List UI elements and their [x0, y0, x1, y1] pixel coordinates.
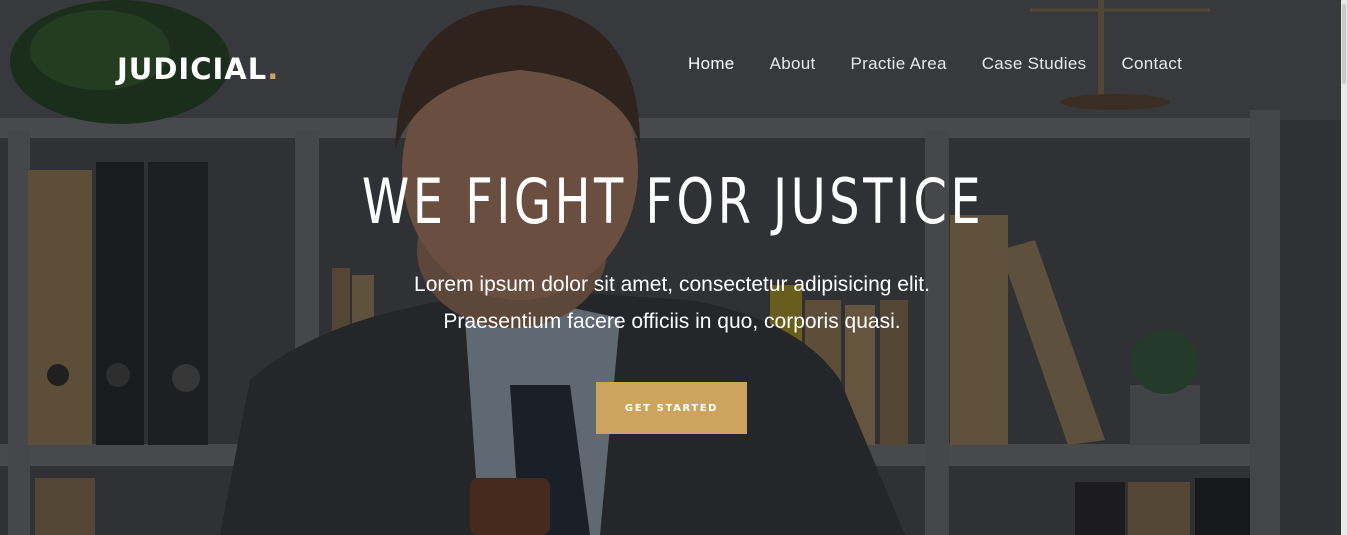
scrollbar-thumb[interactable] [1342, 4, 1346, 84]
hero-subtitle: Lorem ipsum dolor sit amet, consectetur … [0, 266, 1344, 340]
hero-subtitle-line-1: Lorem ipsum dolor sit amet, consectetur … [414, 273, 930, 296]
brand-logo[interactable]: JUDICIAL. [117, 52, 279, 86]
nav-item-case-studies[interactable]: Case Studies [982, 52, 1087, 76]
get-started-button[interactable]: GET STARTED [596, 382, 747, 434]
nav-item-practice-area[interactable]: Practie Area [851, 52, 947, 76]
nav-item-home[interactable]: Home [688, 52, 735, 76]
main-nav: Home About Practie Area Case Studies Con… [688, 52, 1217, 76]
hero-section: JUDICIAL. Home About Practie Area Case S… [0, 0, 1347, 535]
hero-title: WE FIGHT FOR JUSTICE [361, 165, 985, 238]
nav-item-contact[interactable]: Contact [1121, 52, 1182, 76]
scrollbar[interactable] [1341, 0, 1347, 535]
hero-subtitle-line-2: Praesentium facere officiis in quo, corp… [443, 310, 901, 333]
brand-name: JUDICIAL [117, 52, 268, 86]
nav-item-about[interactable]: About [770, 52, 816, 76]
brand-dot: . [267, 52, 280, 86]
